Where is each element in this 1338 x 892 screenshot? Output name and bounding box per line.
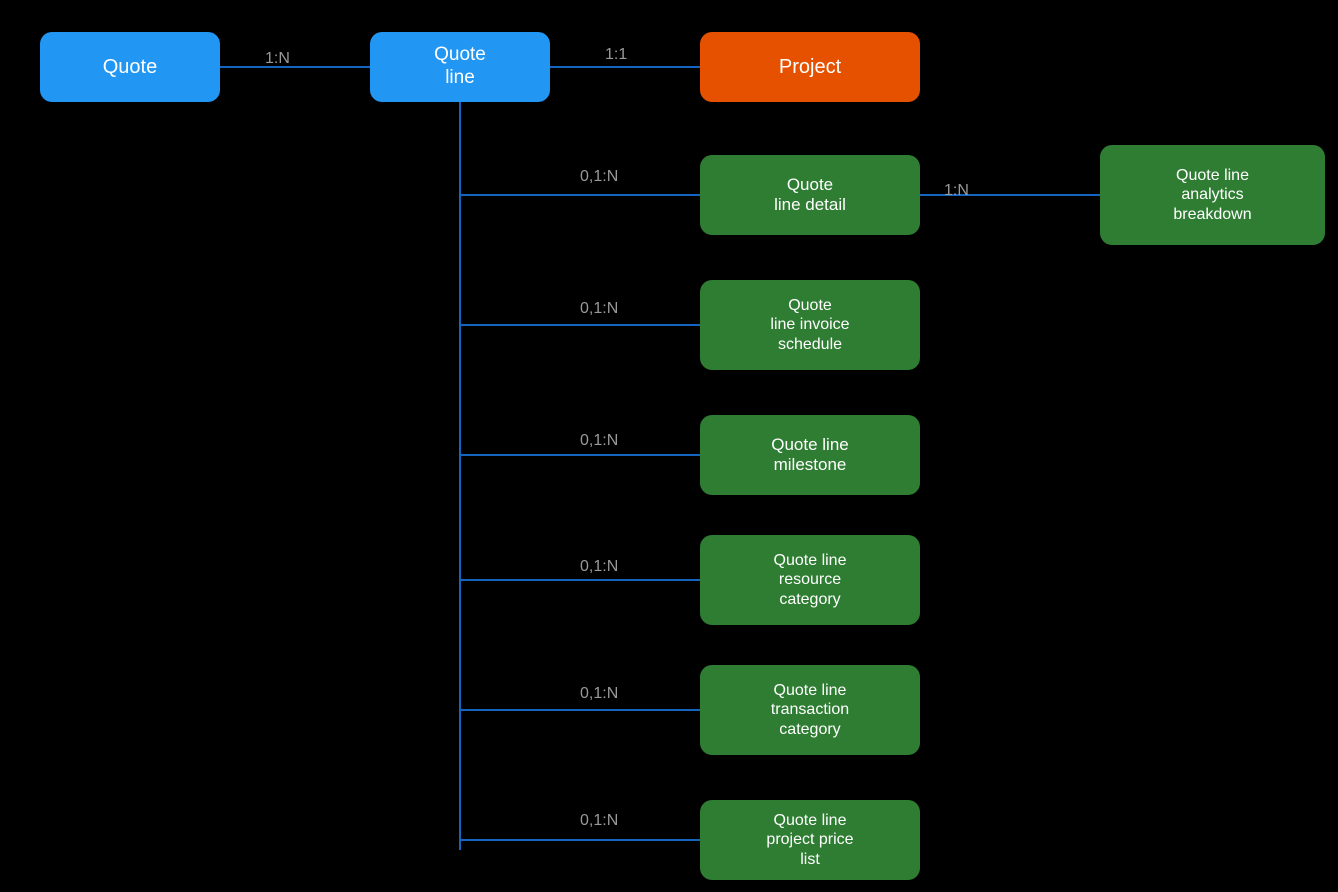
rel-quoteline-to-resource: 0,1:N xyxy=(580,558,618,576)
rel-quoteline-to-detail: 0,1:N xyxy=(580,168,618,186)
rel-quoteline-to-price: 0,1:N xyxy=(580,812,618,830)
quote-line-price-node: Quote lineproject pricelist xyxy=(700,800,920,880)
quote-line-transaction-label: Quote linetransactioncategory xyxy=(771,681,849,739)
project-label: Project xyxy=(779,55,841,79)
quote-line-invoice-node: Quoteline invoiceschedule xyxy=(700,280,920,370)
quote-line-detail-node: Quoteline detail xyxy=(700,155,920,235)
quote-line-milestone-label: Quote linemilestone xyxy=(771,435,849,476)
rel-quoteline-to-invoice: 0,1:N xyxy=(580,300,618,318)
rel-detail-to-analytics: 1:N xyxy=(944,182,969,200)
quote-line-detail-label: Quoteline detail xyxy=(774,175,846,216)
rel-quoteline-to-milestone: 0,1:N xyxy=(580,432,618,450)
quote-node: Quote xyxy=(40,32,220,102)
rel-quoteline-to-transaction: 0,1:N xyxy=(580,685,618,703)
rel-quote-to-quoteline: 1:N xyxy=(265,50,290,68)
quote-line-invoice-label: Quoteline invoiceschedule xyxy=(770,296,849,354)
quote-line-label: Quoteline xyxy=(434,44,486,90)
quote-line-analytics-label: Quote lineanalyticsbreakdown xyxy=(1173,166,1251,224)
diagram-lines xyxy=(0,0,1338,892)
quote-line-milestone-node: Quote linemilestone xyxy=(700,415,920,495)
quote-label: Quote xyxy=(103,55,157,79)
diagram-container: Quote Quoteline Project Quoteline detail… xyxy=(0,0,1338,892)
quote-line-analytics-node: Quote lineanalyticsbreakdown xyxy=(1100,145,1325,245)
quote-line-transaction-node: Quote linetransactioncategory xyxy=(700,665,920,755)
quote-line-price-label: Quote lineproject pricelist xyxy=(766,811,853,869)
project-node: Project xyxy=(700,32,920,102)
quote-line-resource-node: Quote lineresourcecategory xyxy=(700,535,920,625)
rel-quoteline-to-project: 1:1 xyxy=(605,46,627,64)
quote-line-node: Quoteline xyxy=(370,32,550,102)
quote-line-resource-label: Quote lineresourcecategory xyxy=(774,551,847,609)
